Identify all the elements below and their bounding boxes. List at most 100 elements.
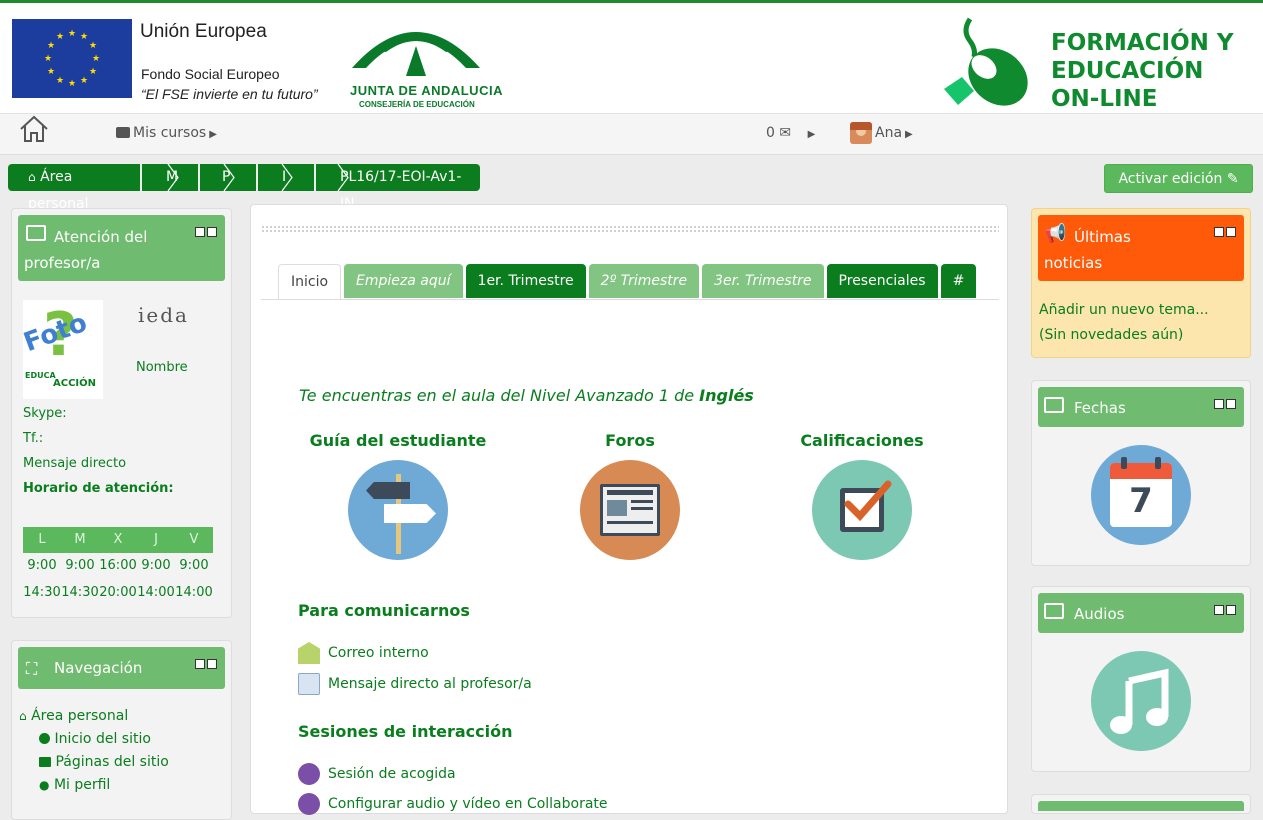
list-icon [1044,397,1064,413]
nav-mi-perfil[interactable]: ● Mi perfil [39,777,110,793]
audios-block: Audios [1031,586,1251,772]
user-menu[interactable]: Ana ▶ [850,122,913,144]
svg-text:★: ★ [44,54,52,64]
collapse-icon[interactable] [1214,399,1224,409]
calendar-icon[interactable]: 7 [1091,445,1191,545]
nav-area-personal[interactable]: ⌂ Área personal [19,708,128,724]
course-tabs: Inicio Empieza aquí 1er. Trimestre 2º Tr… [278,264,979,299]
block-title-line-1: Últimas [1074,228,1131,246]
eu-flag-logo: ★ ★ ★ ★ ★ ★ ★ ★ ★ ★ ★ ★ [12,19,132,98]
megaphone-icon: 📢 [1044,223,1067,244]
tab-inicio[interactable]: Inicio [278,264,342,299]
collapse-icon[interactable] [1214,227,1224,237]
dock-icon[interactable] [207,659,217,669]
schedule-cell: 14:00 [175,585,213,600]
block-title-line-2: profesor/a [24,254,101,272]
item-label: Sesión de acogida [328,766,456,782]
svg-text:★: ★ [56,32,64,42]
svg-text:★: ★ [68,29,76,39]
caret-right-icon: ▶ [209,129,217,140]
tab-empieza-aqui[interactable]: Empieza aquí [344,264,463,298]
messages-menu[interactable]: 0 ✉ ▶ [766,125,815,141]
block-controls[interactable] [1212,223,1236,237]
sitemap-icon: ⛶ [26,659,38,678]
dock-icon[interactable] [1226,605,1236,615]
item-label: Configurar audio y vídeo en Collaborate [328,796,608,812]
collapse-icon[interactable] [195,659,205,669]
tab-hash[interactable]: # [940,264,977,298]
tab-2o-trimestre[interactable]: 2º Trimestre [588,264,700,298]
shortcut-foros[interactable]: Foros [530,431,730,560]
mensaje-profesor-link[interactable]: Mensaje directo al profesor/a [298,673,532,695]
schedule-title: Horario de atención: [23,481,174,496]
schedule-cell: 14:00 [137,585,175,600]
signpost-icon [348,460,448,560]
eu-motto: “El FSE invierte en tu futuro” [141,86,318,102]
schedule-day: X [113,532,123,547]
eu-title: Unión Europea [140,21,267,42]
sesion-acogida-link[interactable]: Sesión de acogida [298,763,456,785]
block-controls[interactable] [193,223,217,237]
schedule-day: J [154,532,158,547]
nav-paginas-sitio[interactable]: Páginas del sitio [39,754,169,770]
svg-text:★: ★ [89,41,97,51]
svg-text:★: ★ [56,76,64,86]
teacher-attention-block: Atención del profesor/a ? Foto EDUCA ACC… [11,208,232,618]
user-name: Ana [875,125,903,141]
fyeo-line-2: EDUCACIÓN [1051,58,1204,84]
shortcut-label: Guía del estudiante [309,431,487,450]
schedule-cell: 16:00 [99,558,137,573]
fyeo-line-1: FORMACIÓN Y [1051,30,1234,56]
tab-3er-trimestre[interactable]: 3er. Trimestre [702,264,824,298]
skype-label: Skype: [23,406,67,421]
nav-label: Páginas del sitio [55,754,169,770]
teacher-name-label: Nombre [136,360,188,375]
block-title: Navegación [54,659,143,677]
briefcase-icon [116,127,130,138]
tab-1er-trimestre[interactable]: 1er. Trimestre [465,264,586,298]
shortcut-calificaciones[interactable]: Calificaciones [762,431,962,560]
junta-name: JUNTA DE ANDALUCIA [350,83,503,98]
teacher-photo: ? Foto EDUCA ACCIÓN [20,300,103,399]
dock-icon[interactable] [207,227,217,237]
phone-label: Tf.: [23,431,44,446]
dotted-divider [261,225,999,233]
block-header: 📢 Últimas noticias [1038,215,1244,281]
schedule-cell: 9:00 [179,558,209,573]
shortcut-guia[interactable]: Guía del estudiante [298,431,498,560]
junta-subtitle: CONSEJERÍA DE EDUCACIÓN [359,100,475,109]
nav-label: Mi perfil [53,777,111,793]
eu-fund-name: Fondo Social Europeo [141,66,280,82]
music-note-icon[interactable] [1091,651,1191,751]
home-icon[interactable] [18,114,50,144]
site-header: ★ ★ ★ ★ ★ ★ ★ ★ ★ ★ ★ ★ Unión Europea Fondo Soci… [0,3,1263,113]
block-title: Audios [1074,605,1125,623]
mis-cursos-menu[interactable]: Mis cursos ▶ [116,125,217,141]
sessions-section-title: Sesiones de interacción [298,722,513,741]
svg-text:★: ★ [89,67,97,77]
block-title: Fechas [1074,399,1126,417]
svg-text:★: ★ [80,32,88,42]
caret-right-icon: ▶ [807,129,816,140]
add-topic-link[interactable]: Añadir un nuevo tema... [1039,302,1209,318]
correo-interno-link[interactable]: Correo interno [298,642,429,664]
configurar-audio-link[interactable]: Configurar audio y vídeo en Collaborate [298,793,608,815]
nav-label: Área personal [31,708,129,724]
activar-edicion-button[interactable]: Activar edición ✎ [1104,164,1253,193]
block-controls[interactable] [193,655,217,669]
course-intro: Te encuentras en el aula del Nivel Avanz… [299,386,754,405]
envelope-icon: ✉ [779,125,792,141]
nav-inicio-sitio[interactable]: Inicio del sitio [39,731,151,747]
dock-icon[interactable] [1226,227,1236,237]
dock-icon[interactable] [1226,399,1236,409]
block-controls[interactable] [1212,601,1236,615]
schedule-day: L [38,532,46,547]
collaborate-icon [298,793,320,815]
collapse-icon[interactable] [195,227,205,237]
collapse-icon[interactable] [1214,605,1224,615]
caret-right-icon: ▶ [905,129,913,140]
item-label: Correo interno [328,645,429,661]
tab-presenciales[interactable]: Presenciales [826,264,938,298]
block-controls[interactable] [1212,395,1236,409]
direct-message-link[interactable]: Mensaje directo [23,456,126,471]
